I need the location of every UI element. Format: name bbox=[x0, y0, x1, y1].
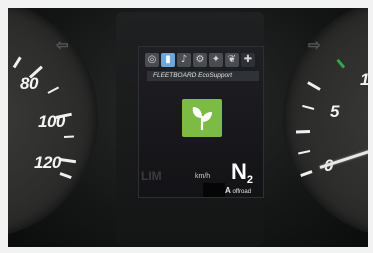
multifunction-display: ◎ ▮ ♪ ⚙ ✦ ❦ ✚ FLEETBOARD EcoSupport LIM … bbox=[138, 46, 264, 198]
menu-icon-strip: ◎ ▮ ♪ ⚙ ✦ ❦ ✚ bbox=[145, 53, 261, 68]
rpm-label-10: 10 bbox=[360, 70, 368, 90]
rpm-tick bbox=[295, 130, 311, 134]
navigation-icon[interactable]: ♪ bbox=[177, 53, 191, 67]
speed-label-120: 120 bbox=[34, 153, 61, 172]
eco-support-tile bbox=[182, 99, 222, 137]
eco-leaf-icon[interactable]: ❦ bbox=[225, 53, 239, 67]
gear-number: 2 bbox=[246, 174, 254, 186]
steering-icon[interactable]: ◎ bbox=[145, 53, 159, 67]
mode-letter: A bbox=[225, 186, 231, 195]
turn-left-arrow-icon: ⇦ bbox=[56, 37, 69, 54]
mode-text: offroad bbox=[232, 189, 252, 195]
speed-limit-label: LIM bbox=[141, 169, 162, 183]
display-lower-pad bbox=[203, 183, 225, 197]
speed-label-80: 80 bbox=[20, 74, 38, 93]
speed-label-100: 100 bbox=[38, 112, 65, 131]
gear-letter: N bbox=[231, 159, 247, 184]
trip-icon[interactable]: ▮ bbox=[161, 53, 175, 67]
settings-icon[interactable]: ⚙ bbox=[193, 53, 207, 67]
turn-right-arrow-icon: ⇨ bbox=[308, 37, 321, 54]
tachometer-gauge bbox=[283, 8, 368, 238]
rpm-label-5: 5 bbox=[330, 102, 339, 121]
instrument-cluster: 80 100 120 ⇦ 10 5 0 ⇨ ◎ ▮ ♪ ⚙ ✦ ❦ ✚ FLEE… bbox=[8, 8, 368, 247]
leaf-icon bbox=[192, 107, 212, 130]
service-icon[interactable]: ✚ bbox=[241, 53, 255, 67]
speed-unit: km/h bbox=[195, 173, 211, 180]
tools-icon[interactable]: ✦ bbox=[209, 53, 223, 67]
brand-title: FLEETBOARD EcoSupport bbox=[147, 71, 259, 81]
drive-mode: A offroad bbox=[225, 186, 251, 195]
